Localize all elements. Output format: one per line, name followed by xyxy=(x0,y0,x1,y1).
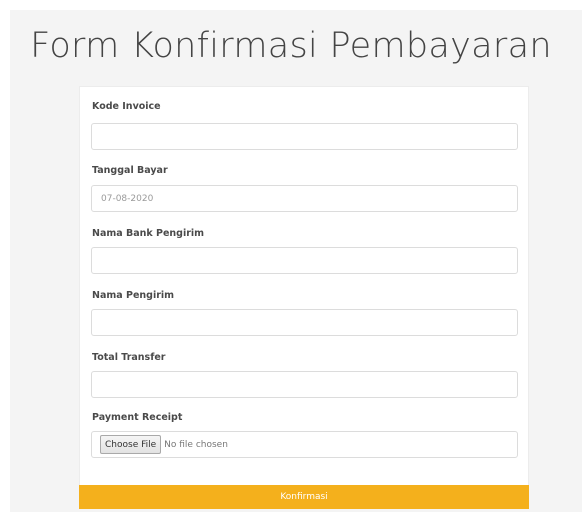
payment-receipt-file-input[interactable]: Choose File No file chosen xyxy=(91,431,518,458)
choose-file-button[interactable]: Choose File xyxy=(100,435,162,454)
invoice-code-label: Kode Invoice xyxy=(92,101,161,112)
sender-bank-label: Nama Bank Pengirim xyxy=(92,228,205,239)
payment-receipt-label: Payment Receipt xyxy=(92,412,183,423)
file-status-text: No file chosen xyxy=(164,439,228,450)
page-title: Form Konfirmasi Pembayaran xyxy=(30,26,552,66)
konfirmasi-button[interactable]: Konfirmasi xyxy=(79,485,529,509)
sender-name-input[interactable] xyxy=(91,309,518,336)
total-transfer-label: Total Transfer xyxy=(92,352,166,363)
sender-bank-input[interactable] xyxy=(91,247,518,274)
payment-confirmation-form: Kode Invoice Tanggal Bayar 07-08-2020 Na… xyxy=(79,86,529,486)
sender-name-label: Nama Pengirim xyxy=(92,290,175,301)
invoice-code-input[interactable] xyxy=(91,123,518,150)
payment-date-input[interactable]: 07-08-2020 xyxy=(91,185,518,212)
total-transfer-input[interactable] xyxy=(91,371,518,398)
payment-date-label: Tanggal Bayar xyxy=(92,165,168,176)
